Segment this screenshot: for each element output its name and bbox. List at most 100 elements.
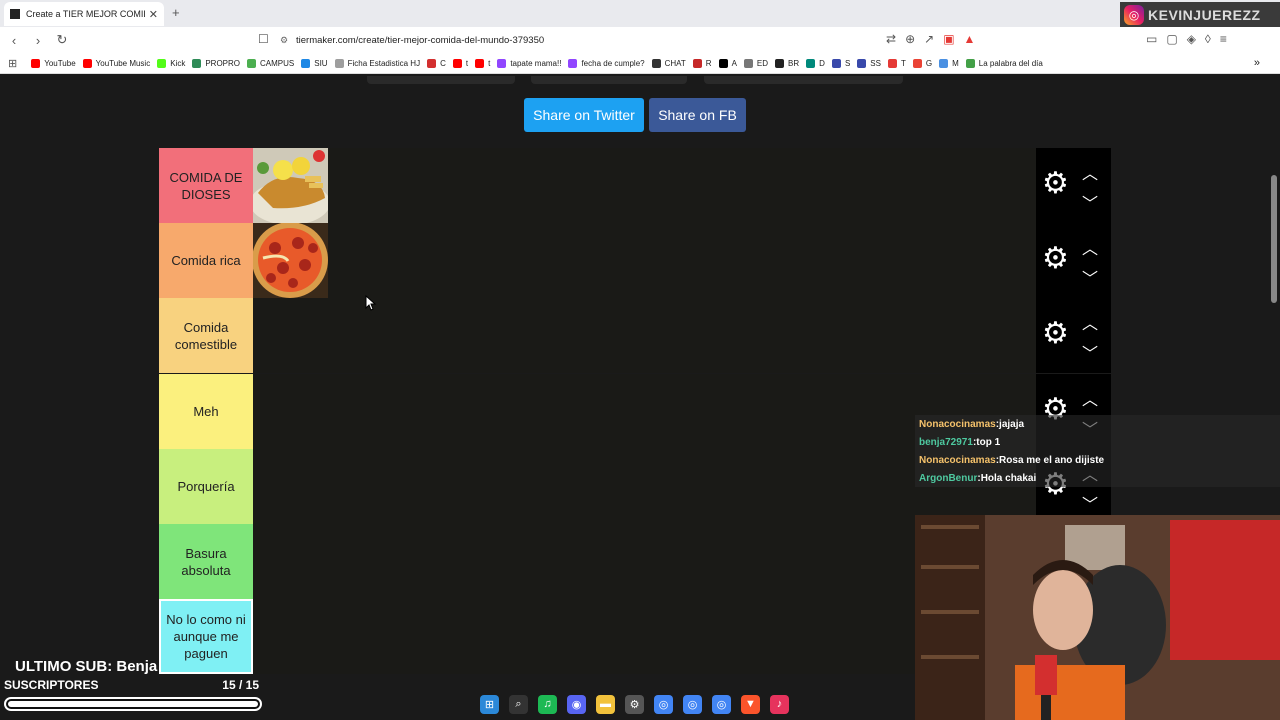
- brave-icon[interactable]: ▼: [741, 694, 760, 714]
- zoom-icon[interactable]: ⊕: [905, 32, 915, 46]
- bookmark-item[interactable]: Kick: [157, 58, 185, 68]
- milanesa-icon[interactable]: [250, 148, 330, 225]
- windows-icon[interactable]: ⊞: [480, 694, 499, 714]
- bookmark-favicon-icon: [334, 58, 344, 68]
- wallet-icon[interactable]: ▢: [1166, 32, 1177, 46]
- bookmark-item[interactable]: CHAT: [651, 58, 686, 68]
- bookmark-item[interactable]: M: [939, 58, 959, 68]
- more-bookmarks-icon[interactable]: »: [1254, 57, 1260, 69]
- chrome-icon[interactable]: ◎: [712, 694, 731, 714]
- forward-icon[interactable]: ›: [28, 33, 48, 48]
- tiktok-icon[interactable]: ♪: [770, 694, 789, 714]
- bookmark-item[interactable]: PROPRO: [192, 58, 240, 68]
- instagram-handle: KEVINJUEREZZ: [1148, 7, 1261, 23]
- bookmark-label: SS: [870, 58, 881, 68]
- discord-icon[interactable]: ◉: [567, 694, 586, 714]
- site-info-icon[interactable]: ⚙: [280, 35, 296, 46]
- tier-controls: ⚙ ︿ ﹀: [1036, 223, 1111, 299]
- gear-icon[interactable]: ⚙: [1042, 243, 1069, 275]
- menu-icon[interactable]: ≡: [1220, 32, 1227, 46]
- page-scrollbar[interactable]: [1271, 175, 1277, 303]
- chevron-up-icon[interactable]: ︿: [1082, 386, 1098, 410]
- bookmark-item[interactable]: Ficha Estadistica HJ: [334, 58, 420, 68]
- bookmark-item[interactable]: T: [887, 58, 906, 68]
- tier-items-dropzone[interactable]: [250, 148, 1036, 225]
- bookmark-favicon-icon: [427, 58, 437, 68]
- bookmark-item[interactable]: t: [452, 58, 468, 68]
- bookmark-item[interactable]: tapate mama!!: [497, 58, 561, 68]
- chat-username: ArgonBenur: [919, 472, 978, 484]
- subs-count: 15 / 15: [222, 678, 259, 692]
- bookmark-favicon-icon: [718, 58, 728, 68]
- tier-label-editing[interactable]: No lo como ni aunque me paguen: [159, 599, 253, 675]
- bookmark-item[interactable]: t: [475, 58, 490, 68]
- tier-label[interactable]: Porquería: [159, 448, 253, 524]
- chevron-up-icon[interactable]: ︿: [1082, 160, 1098, 184]
- bookmark-item[interactable]: BR: [775, 58, 800, 68]
- bookmark-label: CAMPUS: [260, 58, 295, 68]
- browser-tab[interactable]: Create a TIER MEJOR COMIDA D ✕: [4, 2, 164, 26]
- new-tab-button[interactable]: +: [172, 5, 180, 20]
- bookmark-item[interactable]: La palabra del día: [965, 58, 1043, 68]
- bookmark-item[interactable]: YouTube: [31, 58, 76, 68]
- bookmark-item[interactable]: CAMPUS: [247, 58, 295, 68]
- chat-username: Nonacocinamas: [919, 418, 996, 430]
- bookmark-favicon-icon: [192, 58, 202, 68]
- tier-items-dropzone[interactable]: [252, 222, 1036, 299]
- settings-icon[interactable]: ⚙: [625, 694, 644, 714]
- vpn-icon[interactable]: ◈: [1187, 32, 1196, 46]
- sidebar-icon[interactable]: ▭: [1146, 32, 1157, 46]
- bookmark-item[interactable]: SIU: [301, 58, 328, 68]
- chevron-down-icon[interactable]: ﹀: [1082, 190, 1098, 214]
- chevron-up-icon[interactable]: ︿: [1082, 235, 1098, 259]
- tier-label[interactable]: COMIDA DE DIOSES: [159, 148, 253, 223]
- bookmark-item[interactable]: ED: [743, 58, 768, 68]
- spotify-icon[interactable]: ♫: [538, 694, 557, 714]
- tier-label[interactable]: Comida comestible: [159, 298, 253, 374]
- translate-icon[interactable]: ⇄: [886, 32, 896, 46]
- back-icon[interactable]: ‹: [4, 33, 24, 48]
- bookmark-item[interactable]: S: [831, 58, 850, 68]
- chevron-down-icon[interactable]: ﹀: [1082, 491, 1098, 515]
- bookmark-item[interactable]: R: [692, 58, 712, 68]
- share-twitter-button[interactable]: Share on Twitter: [524, 98, 644, 132]
- chevron-down-icon[interactable]: ﹀: [1082, 340, 1098, 364]
- pizza-icon[interactable]: [252, 222, 328, 299]
- tier-label[interactable]: Comida rica: [159, 223, 253, 299]
- search-icon[interactable]: ⌕: [509, 694, 528, 714]
- url-text: tiermaker.com/create/tier-mejor-comida-d…: [296, 34, 545, 46]
- tier-label[interactable]: Meh: [159, 373, 253, 449]
- shield-icon[interactable]: ◊: [1205, 32, 1211, 46]
- folder-icon[interactable]: ▬: [596, 694, 615, 714]
- reload-icon[interactable]: ↻: [52, 32, 72, 48]
- extension-icon[interactable]: ▲: [964, 32, 976, 46]
- chat-text: jajaja: [999, 418, 1025, 430]
- bookmark-label: BR: [788, 58, 800, 68]
- chevron-up-icon[interactable]: ︿: [1082, 310, 1098, 334]
- bookmark-item[interactable]: G: [912, 58, 932, 68]
- share-facebook-button[interactable]: Share on FB: [649, 98, 746, 132]
- apps-icon[interactable]: ⊞: [8, 57, 17, 70]
- chrome-icon[interactable]: ◎: [654, 694, 673, 714]
- chat-message: Nonacocinamas : jajaja: [915, 415, 1280, 433]
- bookmark-item[interactable]: C: [427, 58, 446, 68]
- tab-close-icon[interactable]: ✕: [149, 8, 158, 21]
- extension-icon[interactable]: ▣: [943, 32, 954, 46]
- stream-chat: Nonacocinamas : jajaja benja72971 : top 1…: [915, 415, 1280, 487]
- chevron-down-icon[interactable]: ﹀: [1082, 265, 1098, 289]
- bookmark-item[interactable]: YouTube Music: [82, 58, 151, 68]
- bookmark-item[interactable]: A: [718, 58, 737, 68]
- chrome-icon[interactable]: ◎: [683, 694, 702, 714]
- tier-label[interactable]: Basura absoluta: [159, 524, 253, 599]
- bookmark-item[interactable]: D: [806, 58, 825, 68]
- bookmark-icon[interactable]: ☐: [258, 32, 269, 46]
- bookmark-item[interactable]: SS: [857, 58, 881, 68]
- bookmark-item[interactable]: fecha de cumple?: [568, 58, 645, 68]
- bookmark-label: YouTube Music: [95, 58, 151, 68]
- address-actions: ⇄ ⊕ ↗ ▣ ▲: [886, 32, 975, 46]
- share-icon[interactable]: ↗: [924, 32, 934, 46]
- bookmark-favicon-icon: [887, 58, 897, 68]
- gear-icon[interactable]: ⚙: [1042, 318, 1069, 350]
- tab-bar: [0, 0, 1280, 27]
- gear-icon[interactable]: ⚙: [1042, 168, 1069, 200]
